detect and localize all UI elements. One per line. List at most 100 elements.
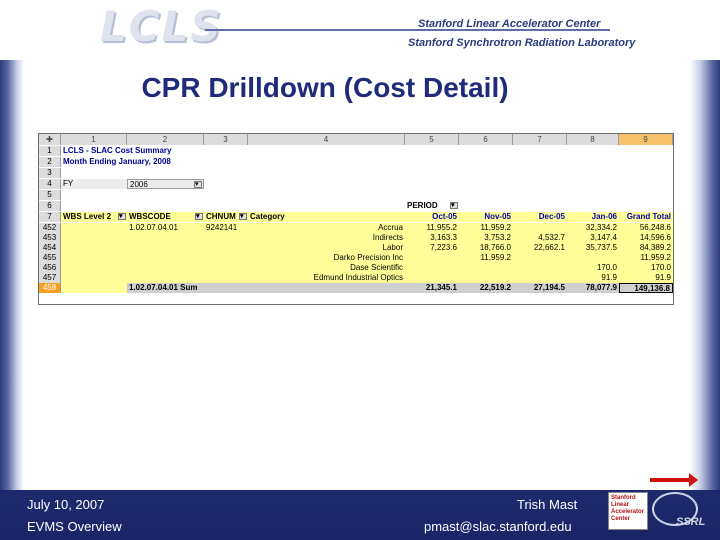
value-cell[interactable]: 22,662.1 <box>513 243 567 253</box>
col-header-6[interactable]: 6 <box>459 134 513 145</box>
col-header-2[interactable]: 2 <box>127 134 204 145</box>
wbscode-cell[interactable] <box>127 253 204 263</box>
dropdown-icon[interactable] <box>118 212 126 222</box>
value-cell[interactable]: 3,147.4 <box>567 233 619 243</box>
sheet-title[interactable]: LCLS - SLAC Cost Summary <box>61 146 361 156</box>
col-header-3[interactable]: 3 <box>204 134 248 145</box>
row-number[interactable]: 2 <box>39 157 61 167</box>
wbs-level2-cell[interactable] <box>61 243 127 253</box>
sum-label[interactable]: 1.02.07.04.01 Sum <box>127 283 405 293</box>
row-number[interactable]: 454 <box>39 243 61 253</box>
wbs-level2-cell[interactable] <box>61 223 127 233</box>
wbscode-header[interactable]: WBSCODE <box>127 212 204 222</box>
wbs-level2-header[interactable]: WBS Level 2 <box>61 212 127 222</box>
sum-cell[interactable]: 22,519.2 <box>459 283 513 293</box>
category-cell[interactable]: Indirects <box>248 233 405 243</box>
category-cell[interactable]: Accrua <box>248 223 405 233</box>
category-cell[interactable]: Labor <box>248 243 405 253</box>
wbs-level2-cell[interactable] <box>61 253 127 263</box>
col-header-5[interactable]: 5 <box>405 134 459 145</box>
chnum-cell[interactable] <box>204 263 248 273</box>
value-cell[interactable]: 7,223.6 <box>405 243 459 253</box>
total-cell[interactable]: 84,389.2 <box>619 243 673 253</box>
value-cell[interactable] <box>405 263 459 273</box>
total-cell[interactable]: 14,596.6 <box>619 233 673 243</box>
period-field[interactable]: PERIOD <box>405 201 459 211</box>
row-number[interactable]: 455 <box>39 253 61 263</box>
month-header[interactable]: Dec-05 <box>513 212 567 222</box>
chnum-cell[interactable] <box>204 253 248 263</box>
sum-cell[interactable]: 78,077.9 <box>567 283 619 293</box>
value-cell[interactable] <box>459 263 513 273</box>
row-number[interactable]: 3 <box>39 168 61 178</box>
value-cell[interactable]: 170.0 <box>567 263 619 273</box>
value-cell[interactable] <box>405 273 459 283</box>
row-number-selected[interactable]: 458 <box>39 283 61 293</box>
chnum-header[interactable]: CHNUM <box>204 212 248 222</box>
value-cell[interactable]: 11,959.2 <box>459 223 513 233</box>
sum-cell[interactable]: 27,194.5 <box>513 283 567 293</box>
value-cell[interactable]: 35,737.5 <box>567 243 619 253</box>
row-number[interactable]: 456 <box>39 263 61 273</box>
value-cell[interactable] <box>405 253 459 263</box>
value-cell[interactable]: 11,959.2 <box>459 253 513 263</box>
wbscode-cell[interactable] <box>127 263 204 273</box>
row-number[interactable]: 1 <box>39 146 61 156</box>
fy-filter[interactable]: 2006 <box>127 179 204 189</box>
col-header-8[interactable]: 8 <box>567 134 619 145</box>
row-number[interactable]: 452 <box>39 223 61 233</box>
select-all-corner[interactable]: ✚ <box>39 134 61 145</box>
chnum-cell[interactable] <box>204 233 248 243</box>
sheet-subtitle[interactable]: Month Ending January, 2008 <box>61 157 361 167</box>
row-number[interactable]: 6 <box>39 201 61 211</box>
wbscode-cell[interactable] <box>127 273 204 283</box>
month-header[interactable]: Oct-05 <box>405 212 459 222</box>
value-cell[interactable] <box>513 223 567 233</box>
wbs-level2-cell[interactable] <box>61 263 127 273</box>
col-header-9[interactable]: 9 <box>619 134 673 145</box>
row-number[interactable]: 4 <box>39 179 61 189</box>
row-number[interactable]: 457 <box>39 273 61 283</box>
total-cell[interactable]: 11,959.2 <box>619 253 673 263</box>
row-number[interactable]: 7 <box>39 212 61 222</box>
value-cell[interactable]: 3,163.3 <box>405 233 459 243</box>
wbscode-cell[interactable] <box>127 243 204 253</box>
chnum-cell[interactable] <box>204 243 248 253</box>
category-header[interactable]: Category <box>248 212 405 222</box>
value-cell[interactable] <box>513 273 567 283</box>
col-header-7[interactable]: 7 <box>513 134 567 145</box>
col-header-4[interactable]: 4 <box>248 134 405 145</box>
chnum-cell[interactable]: 9242141 <box>204 223 248 233</box>
dropdown-icon[interactable] <box>194 180 202 188</box>
grand-total-sum-cell[interactable]: 149,136.8 <box>619 283 673 293</box>
value-cell[interactable] <box>513 263 567 273</box>
total-cell[interactable]: 56,248.6 <box>619 223 673 233</box>
category-cell[interactable]: Edmund Industrial Optics <box>248 273 405 283</box>
category-cell[interactable]: Dase Scientific <box>248 263 405 273</box>
dropdown-icon[interactable] <box>239 212 247 222</box>
total-cell[interactable]: 170.0 <box>619 263 673 273</box>
dropdown-icon[interactable] <box>450 201 458 211</box>
value-cell[interactable]: 11,955.2 <box>405 223 459 233</box>
value-cell[interactable]: 4,532.7 <box>513 233 567 243</box>
grand-total-header[interactable]: Grand Total <box>619 212 673 222</box>
row-number[interactable]: 5 <box>39 190 61 200</box>
value-cell[interactable] <box>459 273 513 283</box>
wbscode-cell[interactable] <box>127 233 204 243</box>
value-cell[interactable]: 18,766.0 <box>459 243 513 253</box>
dropdown-icon[interactable] <box>195 212 203 222</box>
total-cell[interactable]: 91.9 <box>619 273 673 283</box>
month-header[interactable]: Nov-05 <box>459 212 513 222</box>
value-cell[interactable]: 91.9 <box>567 273 619 283</box>
wbs-level2-cell[interactable] <box>61 283 127 293</box>
value-cell[interactable]: 32,334.2 <box>567 223 619 233</box>
wbs-level2-cell[interactable] <box>61 273 127 283</box>
row-number[interactable]: 453 <box>39 233 61 243</box>
sum-cell[interactable]: 21,345.1 <box>405 283 459 293</box>
value-cell[interactable]: 3,753.2 <box>459 233 513 243</box>
wbscode-cell[interactable]: 1.02.07.04.01 <box>127 223 204 233</box>
month-header[interactable]: Jan-06 <box>567 212 619 222</box>
category-cell[interactable]: Darko Precision Inc <box>248 253 405 263</box>
value-cell[interactable] <box>567 253 619 263</box>
value-cell[interactable] <box>513 253 567 263</box>
